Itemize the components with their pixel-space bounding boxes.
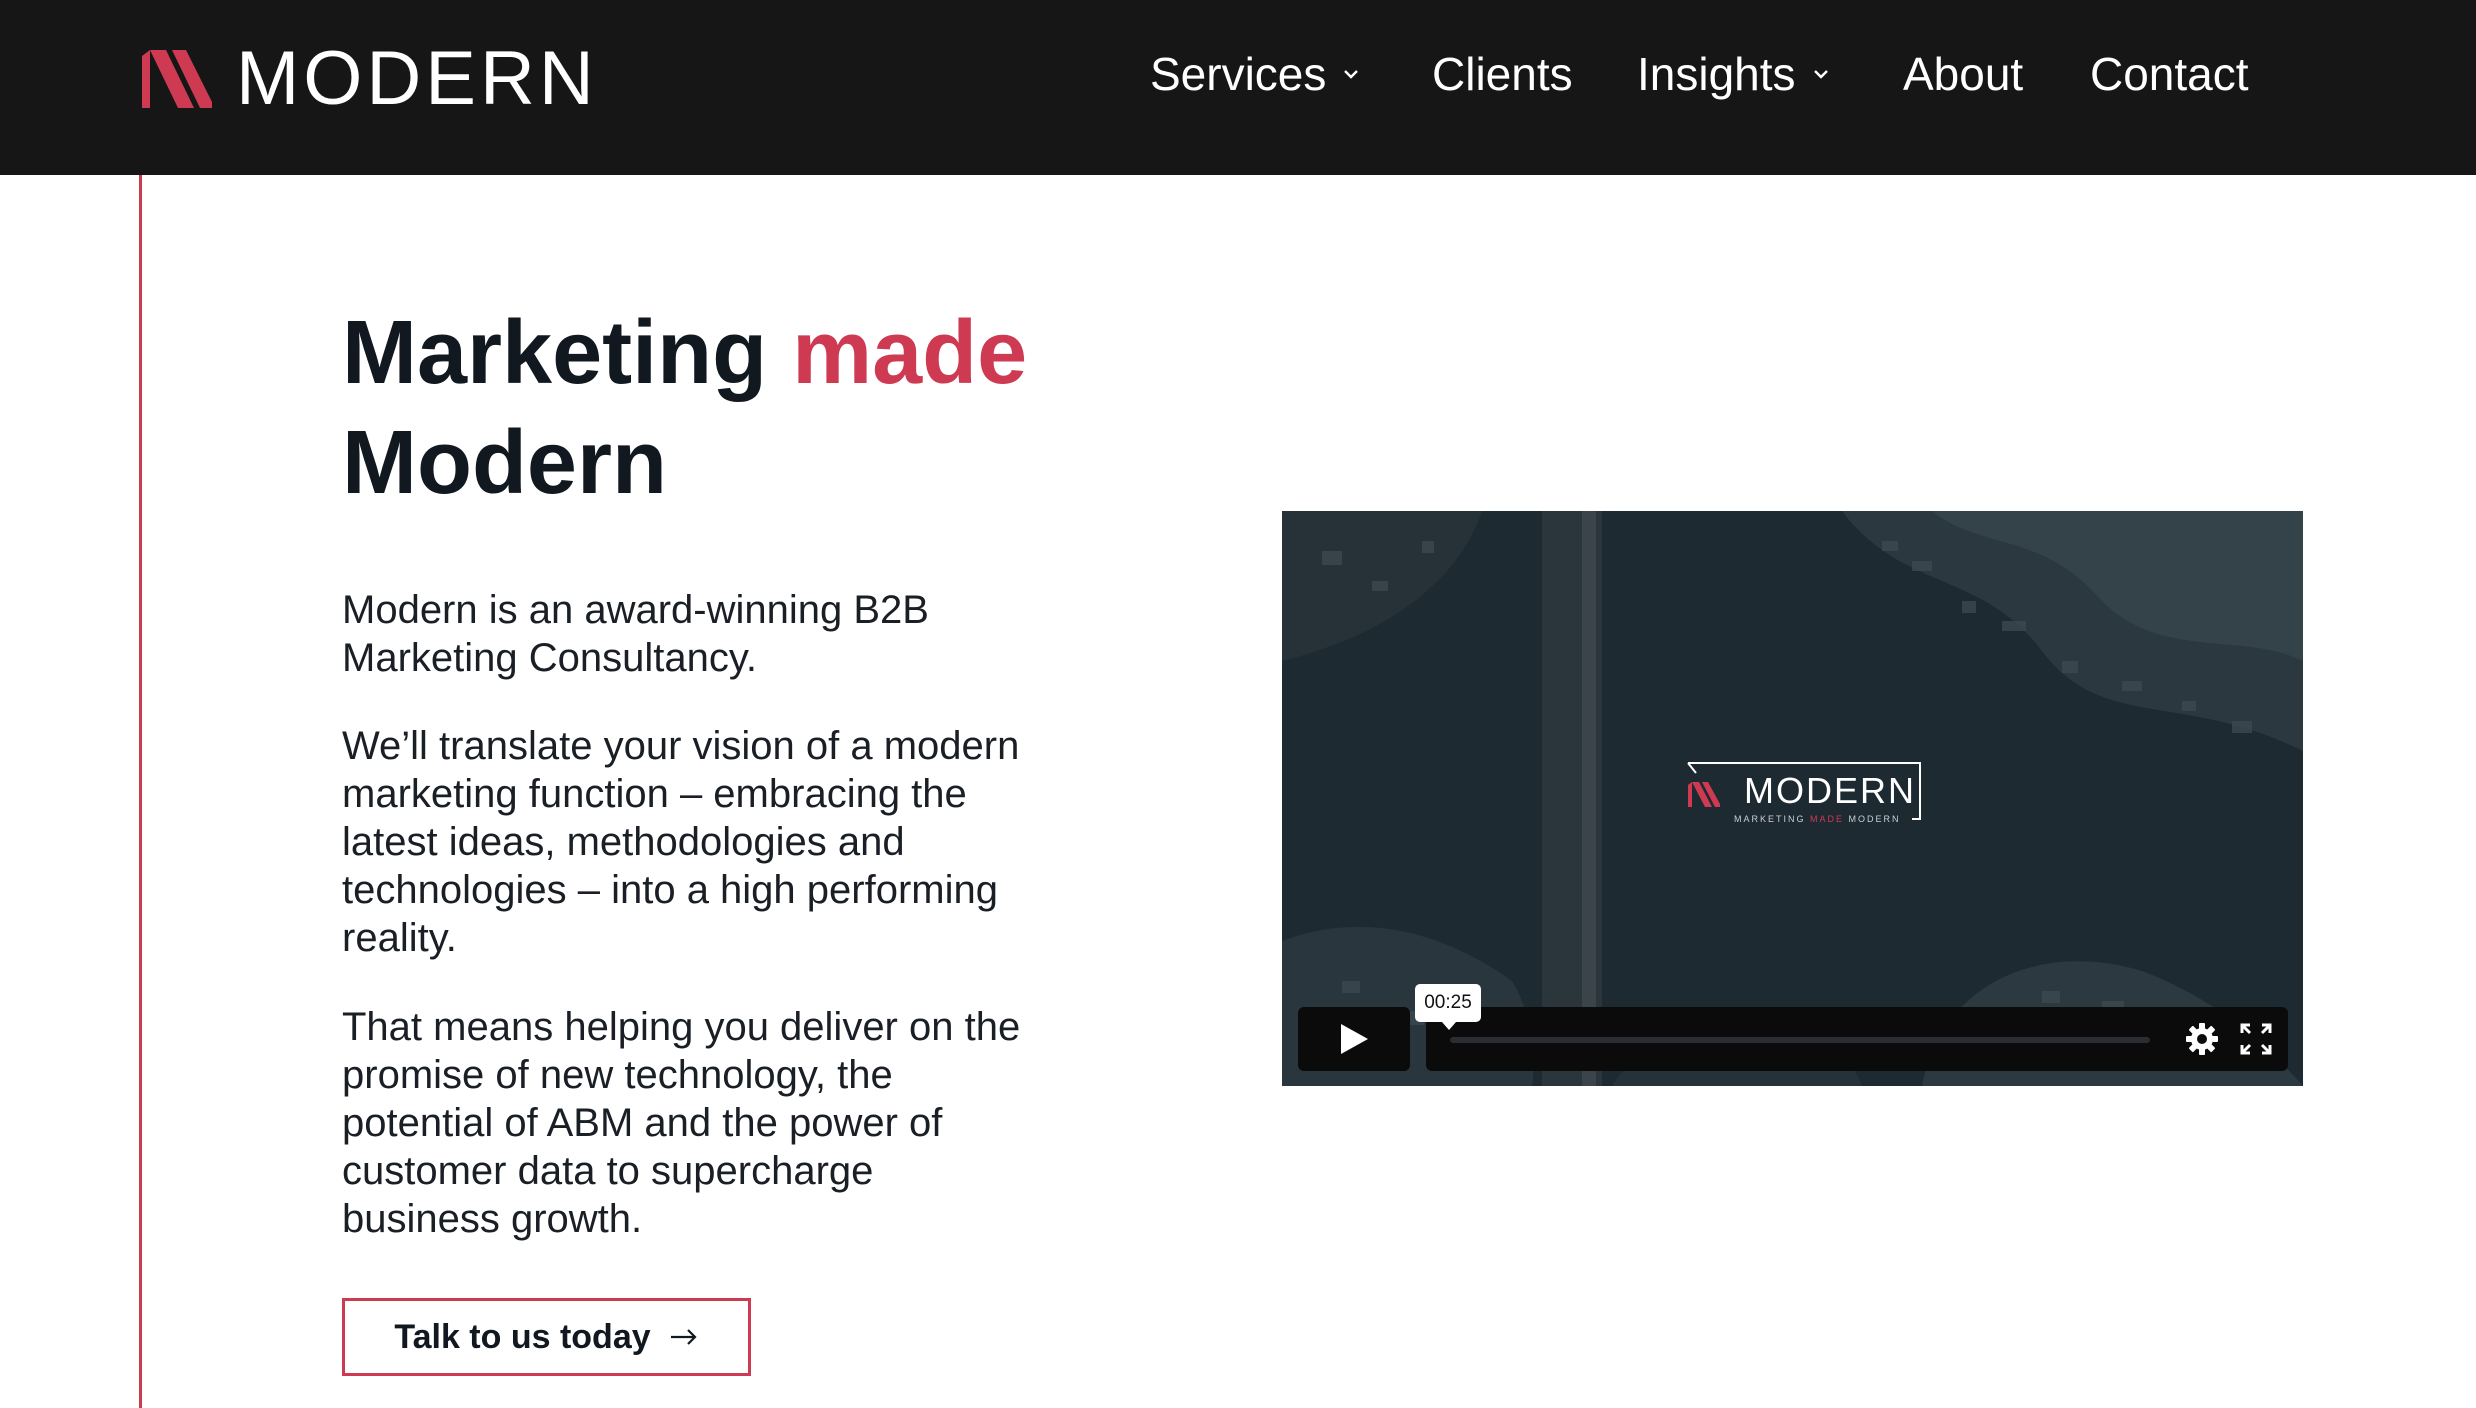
nav-label: Clients	[1432, 48, 1573, 100]
nav-label: Insights	[1637, 48, 1796, 100]
nav-item-about[interactable]: About	[1903, 44, 2023, 104]
chevron-down-icon	[1813, 70, 1828, 79]
nav-item-services[interactable]: Services	[1150, 44, 1362, 104]
hero-paragraph-intro: Modern is an award-winning B2B Marketing…	[342, 588, 929, 680]
nav-item-contact[interactable]: Contact	[2090, 44, 2249, 104]
video-time-tooltip: 00:25	[1415, 984, 1481, 1030]
nav-item-insights[interactable]: Insights	[1637, 44, 1832, 104]
nav-item-clients[interactable]: Clients	[1432, 44, 1573, 104]
nav-label: Services	[1150, 48, 1327, 100]
play-button[interactable]	[1298, 1007, 1410, 1071]
hero-paragraph-vision: We’ll translate your vision of a modern …	[342, 724, 1020, 960]
hero-paragraph-growth: That means helping you deliver on the pr…	[342, 1005, 1021, 1241]
video-progress-track[interactable]	[1450, 1037, 2150, 1043]
nav-label: Contact	[2090, 48, 2249, 100]
gear-icon[interactable]	[2184, 1021, 2220, 1057]
tagline-accent: MADE	[1810, 814, 1845, 824]
chevron-down-icon	[1344, 70, 1359, 79]
hero-title-accent: made	[792, 303, 1028, 403]
fullscreen-icon[interactable]	[2238, 1021, 2274, 1057]
site-header: MODERN Services Clients Insights About C…	[0, 0, 2476, 175]
hero-title: Marketing made Modern	[342, 298, 1102, 518]
hero-title-part2: Modern	[342, 413, 667, 513]
tagline-part2: MODERN	[1844, 814, 1901, 824]
tagline-part1: MARKETING	[1734, 814, 1811, 824]
nav-label: About	[1903, 48, 2024, 100]
video-control-bar	[1426, 1007, 2288, 1071]
accent-divider-line	[139, 175, 142, 1408]
main-nav: Services Clients Insights About Contact	[0, 0, 2476, 148]
video-player[interactable]: MODERN MARKETING MADE MODERN 00:25	[1282, 511, 2303, 1086]
talk-to-us-button[interactable]: Talk to us today	[342, 1298, 751, 1376]
cta-label: Talk to us today	[394, 1317, 651, 1356]
hero-title-part1: Marketing	[342, 303, 793, 403]
video-logo-text: MODERN	[1744, 770, 1916, 811]
play-icon	[1341, 1024, 1368, 1054]
video-logo-tagline: MARKETING MADE MODERN	[1734, 814, 1901, 824]
arrow-right-icon	[670, 1329, 697, 1345]
